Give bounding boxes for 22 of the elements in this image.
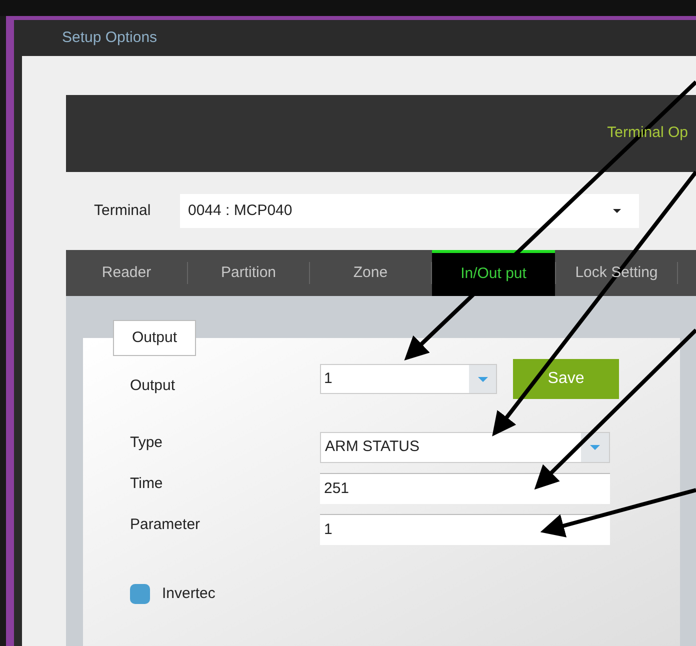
terminal-dropdown[interactable]: 0044 : MCP040	[180, 194, 639, 228]
tab[interactable]: Partition	[188, 250, 309, 296]
banner-title: Terminal Op	[607, 123, 688, 144]
tab[interactable]: In/Out put	[432, 250, 555, 296]
field-label: Time	[130, 474, 164, 494]
input-field[interactable]: 1	[320, 514, 610, 545]
input-field[interactable]: 251	[320, 473, 610, 504]
checkbox[interactable]	[130, 584, 150, 604]
window-title: Setup Options	[62, 28, 158, 48]
field-label: Terminal	[93, 200, 152, 221]
output-dropdown[interactable]: 1	[320, 364, 497, 394]
tab[interactable]: Reader	[66, 250, 187, 296]
group-title: Output	[132, 328, 178, 348]
field-label: Output	[130, 376, 176, 396]
caret-icon	[478, 376, 488, 382]
caret-icon	[590, 445, 600, 450]
tab[interactable]: Zone	[310, 250, 431, 296]
field-label: Parameter	[130, 515, 202, 535]
type-dropdown[interactable]: ARM STATUS	[320, 432, 610, 463]
checkbox-label: Invertec	[162, 584, 216, 604]
caret-icon	[613, 209, 621, 213]
field-label: Type	[130, 433, 164, 453]
